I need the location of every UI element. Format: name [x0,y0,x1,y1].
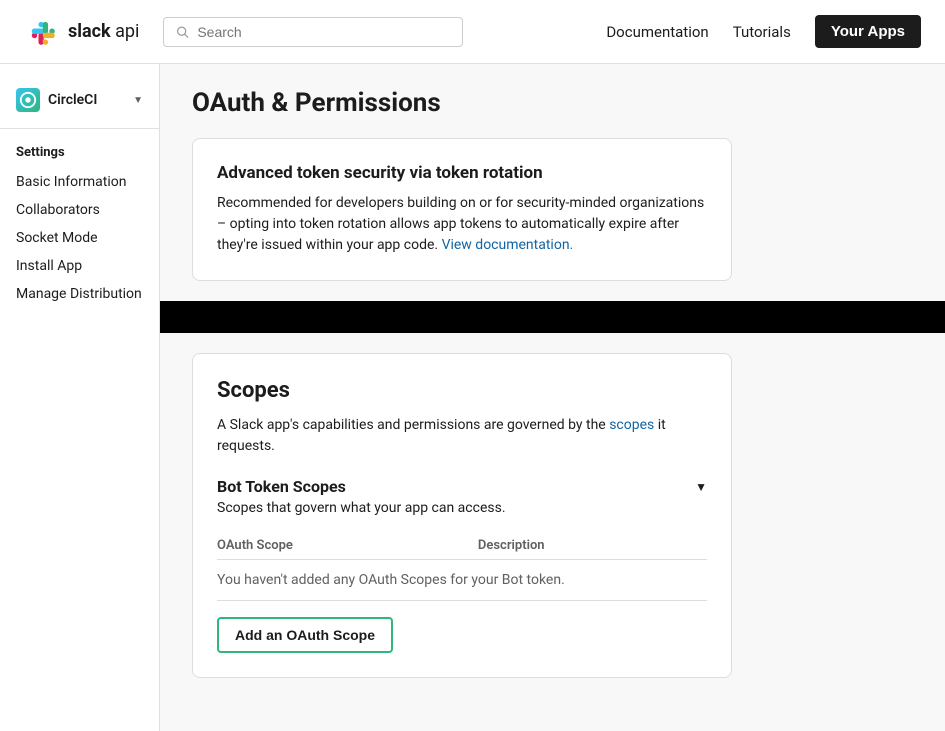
search-input[interactable] [197,24,450,40]
search-bar[interactable] [163,17,463,47]
token-rotation-title: Advanced token security via token rotati… [217,163,707,183]
sidebar-item-socket-mode[interactable]: Socket Mode [0,224,159,252]
scopes-description: A Slack app's capabilities and permissio… [217,415,707,457]
oauth-scope-column-header: OAuth Scope [217,532,478,560]
your-apps-button[interactable]: Your Apps [815,15,921,48]
empty-scopes-message: You haven't added any OAuth Scopes for y… [217,560,707,601]
logo-link[interactable]: slack api [24,14,139,50]
bot-token-title: Bot Token Scopes [217,477,346,496]
circleci-icon [19,91,37,109]
sidebar-item-install-app[interactable]: Install App [0,252,159,280]
page-title: OAuth & Permissions [192,88,913,118]
logo-text: slack api [68,21,139,42]
header: slack api Documentation Tutorials Your A… [0,0,945,64]
sidebar-item-basic-information[interactable]: Basic Information [0,168,159,196]
view-documentation-link[interactable]: View documentation. [442,237,574,253]
empty-scopes-row: You haven't added any OAuth Scopes for y… [217,560,707,601]
search-icon [176,25,189,39]
sidebar-item-manage-distribution[interactable]: Manage Distribution [0,280,159,308]
scopes-card: Scopes A Slack app's capabilities and pe… [192,353,732,678]
scopes-title: Scopes [217,378,707,403]
layout: CircleCI ▼ Settings Basic Information Co… [0,64,945,731]
sidebar-item-collaborators[interactable]: Collaborators [0,196,159,224]
app-selector[interactable]: CircleCI ▼ [0,80,159,129]
chevron-down-icon: ▼ [695,480,707,494]
nav: Documentation Tutorials Your Apps [606,15,921,48]
add-oauth-scope-button[interactable]: Add an OAuth Scope [217,617,393,653]
wavy-divider [160,301,945,333]
bot-token-header: Bot Token Scopes ▼ [217,477,707,496]
token-rotation-description: Recommended for developers building on o… [217,193,707,256]
bot-token-description: Scopes that govern what your app can acc… [217,500,707,516]
app-name-label: CircleCI [48,92,97,108]
chevron-down-icon: ▼ [133,95,143,106]
sidebar: CircleCI ▼ Settings Basic Information Co… [0,64,160,731]
description-column-header: Description [478,532,707,560]
tutorials-link[interactable]: Tutorials [733,23,791,41]
scope-table: OAuth Scope Description You haven't adde… [217,532,707,601]
slack-logo-icon [24,14,60,50]
settings-section-title: Settings [0,141,159,168]
main-content: OAuth & Permissions Advanced token secur… [160,64,945,731]
documentation-link[interactable]: Documentation [606,23,708,41]
token-rotation-card: Advanced token security via token rotati… [192,138,732,281]
wavy-border-icon [160,301,945,333]
scopes-link[interactable]: scopes [609,417,654,433]
app-icon [16,88,40,112]
